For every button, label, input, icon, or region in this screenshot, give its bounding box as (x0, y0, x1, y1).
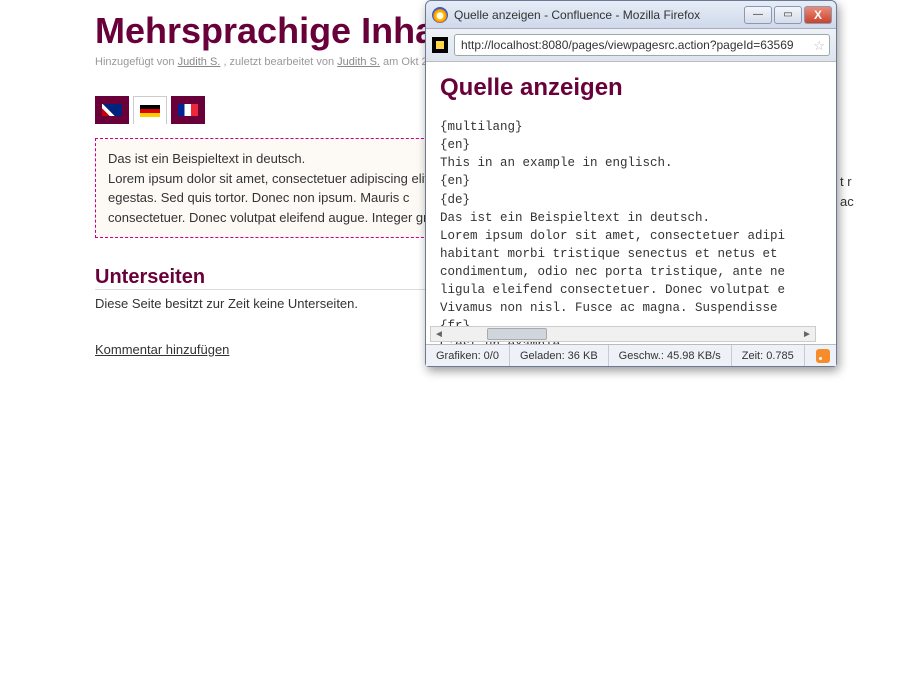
scroll-right-icon[interactable]: ► (799, 329, 815, 340)
horizontal-scrollbar[interactable]: ◄ ► (430, 326, 816, 342)
firefox-icon (432, 7, 448, 23)
flag-de-icon (140, 105, 160, 117)
firefox-popup: Quelle anzeigen - Confluence - Mozilla F… (425, 0, 837, 367)
browser-viewport: Quelle anzeigen {multilang} {en} This in… (426, 62, 836, 344)
meta-mid: , zuletzt bearbeitet von (223, 56, 337, 68)
window-buttons: — ▭ X (744, 6, 832, 24)
site-favicon (432, 37, 448, 53)
bg-text-fragment: ac (840, 194, 854, 209)
meta-prefix: Hinzugefügt von (95, 56, 178, 68)
window-titlebar[interactable]: Quelle anzeigen - Confluence - Mozilla F… (426, 1, 836, 29)
maximize-button[interactable]: ▭ (774, 6, 802, 24)
source-heading: Quelle anzeigen (440, 74, 826, 102)
scroll-left-icon[interactable]: ◄ (431, 329, 447, 340)
lang-tab-fr[interactable] (171, 96, 205, 124)
bookmark-star-icon[interactable]: ☆ (813, 38, 825, 54)
rss-icon[interactable] (816, 349, 830, 363)
url-bar[interactable]: http://localhost:8080/pages/viewpagesrc.… (454, 34, 830, 56)
editor-link[interactable]: Judith S. (337, 56, 380, 68)
scroll-thumb[interactable] (487, 328, 547, 340)
flag-en-icon (102, 104, 122, 116)
url-text: http://localhost:8080/pages/viewpagesrc.… (461, 38, 794, 52)
flag-fr-icon (178, 104, 198, 116)
browser-toolbar: http://localhost:8080/pages/viewpagesrc.… (426, 29, 836, 62)
source-code: {multilang} {en} This in an example in e… (440, 118, 826, 344)
add-comment-link[interactable]: Kommentar hinzufügen (95, 342, 229, 357)
lang-tab-en[interactable] (95, 96, 129, 124)
status-zeit: Zeit: 0.785 (732, 345, 805, 366)
minimize-button[interactable]: — (744, 6, 772, 24)
window-title: Quelle anzeigen - Confluence - Mozilla F… (454, 8, 744, 22)
status-geladen: Geladen: 36 KB (510, 345, 609, 366)
close-button[interactable]: X (804, 6, 832, 24)
status-grafiken: Grafiken: 0/0 (426, 345, 510, 366)
bg-text-fragment: t r (840, 174, 852, 189)
status-bar: Grafiken: 0/0 Geladen: 36 KB Geschw.: 45… (426, 344, 836, 366)
status-geschw: Geschw.: 45.98 KB/s (609, 345, 732, 366)
author-link[interactable]: Judith S. (178, 56, 221, 68)
lang-tab-de[interactable] (133, 96, 167, 124)
